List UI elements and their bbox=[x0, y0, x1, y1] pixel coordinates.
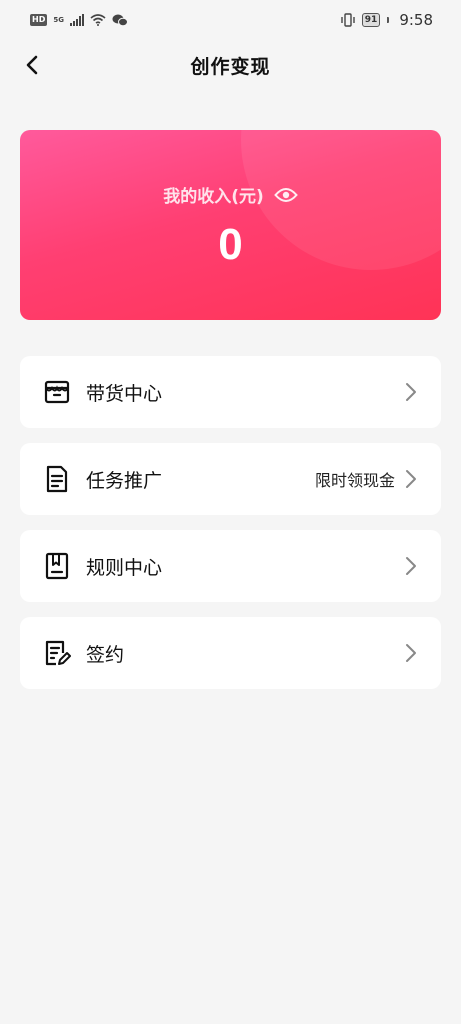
menu-item-rules-center[interactable]: 规则中心 bbox=[20, 530, 441, 602]
wifi-icon bbox=[90, 14, 106, 26]
menu-label: 带货中心 bbox=[86, 382, 163, 405]
hd-badge: HD bbox=[30, 14, 48, 26]
vibrate-icon bbox=[341, 13, 355, 27]
menu-extra-text: 限时领现金 bbox=[314, 471, 395, 490]
income-value: 0 bbox=[218, 220, 243, 269]
menu-label: 签约 bbox=[86, 643, 125, 666]
status-left: HD 5G bbox=[30, 14, 128, 27]
contract-edit-icon bbox=[42, 638, 72, 668]
battery-level: 91 bbox=[364, 15, 378, 25]
bookmark-book-icon bbox=[42, 551, 72, 581]
menu-label: 任务推广 bbox=[86, 469, 163, 492]
chevron-right-icon bbox=[405, 556, 417, 576]
chevron-right-icon bbox=[405, 382, 417, 402]
document-icon bbox=[42, 464, 72, 494]
status-bar: HD 5G 91 9:58 bbox=[0, 0, 461, 40]
clock: 9:58 bbox=[399, 11, 433, 29]
network-type: 5G bbox=[53, 16, 64, 24]
wechat-icon bbox=[112, 14, 128, 26]
battery-tip bbox=[387, 17, 390, 23]
back-button[interactable] bbox=[18, 50, 46, 80]
store-icon bbox=[42, 377, 72, 407]
signal-icon bbox=[69, 14, 84, 26]
menu-item-sign-contract[interactable]: 签约 bbox=[20, 617, 441, 689]
income-label-row: 我的收入(元) bbox=[20, 182, 441, 207]
chevron-right-icon bbox=[405, 643, 417, 663]
menu-label: 规则中心 bbox=[86, 556, 163, 579]
chevron-left-icon bbox=[26, 55, 38, 75]
menu-item-task-promotion[interactable]: 任务推广 限时领现金 bbox=[20, 443, 441, 515]
chevron-right-icon bbox=[405, 469, 417, 489]
eye-icon[interactable] bbox=[273, 187, 298, 203]
menu-item-goods-center[interactable]: 带货中心 bbox=[20, 356, 441, 428]
header: 创作变现 bbox=[0, 40, 461, 90]
status-right: 91 9:58 bbox=[340, 11, 433, 29]
battery-icon: 91 bbox=[361, 13, 381, 27]
income-card: 我的收入(元) 0 bbox=[20, 130, 441, 320]
page-title: 创作变现 bbox=[190, 55, 271, 78]
income-label: 我的收入(元) bbox=[163, 187, 264, 207]
